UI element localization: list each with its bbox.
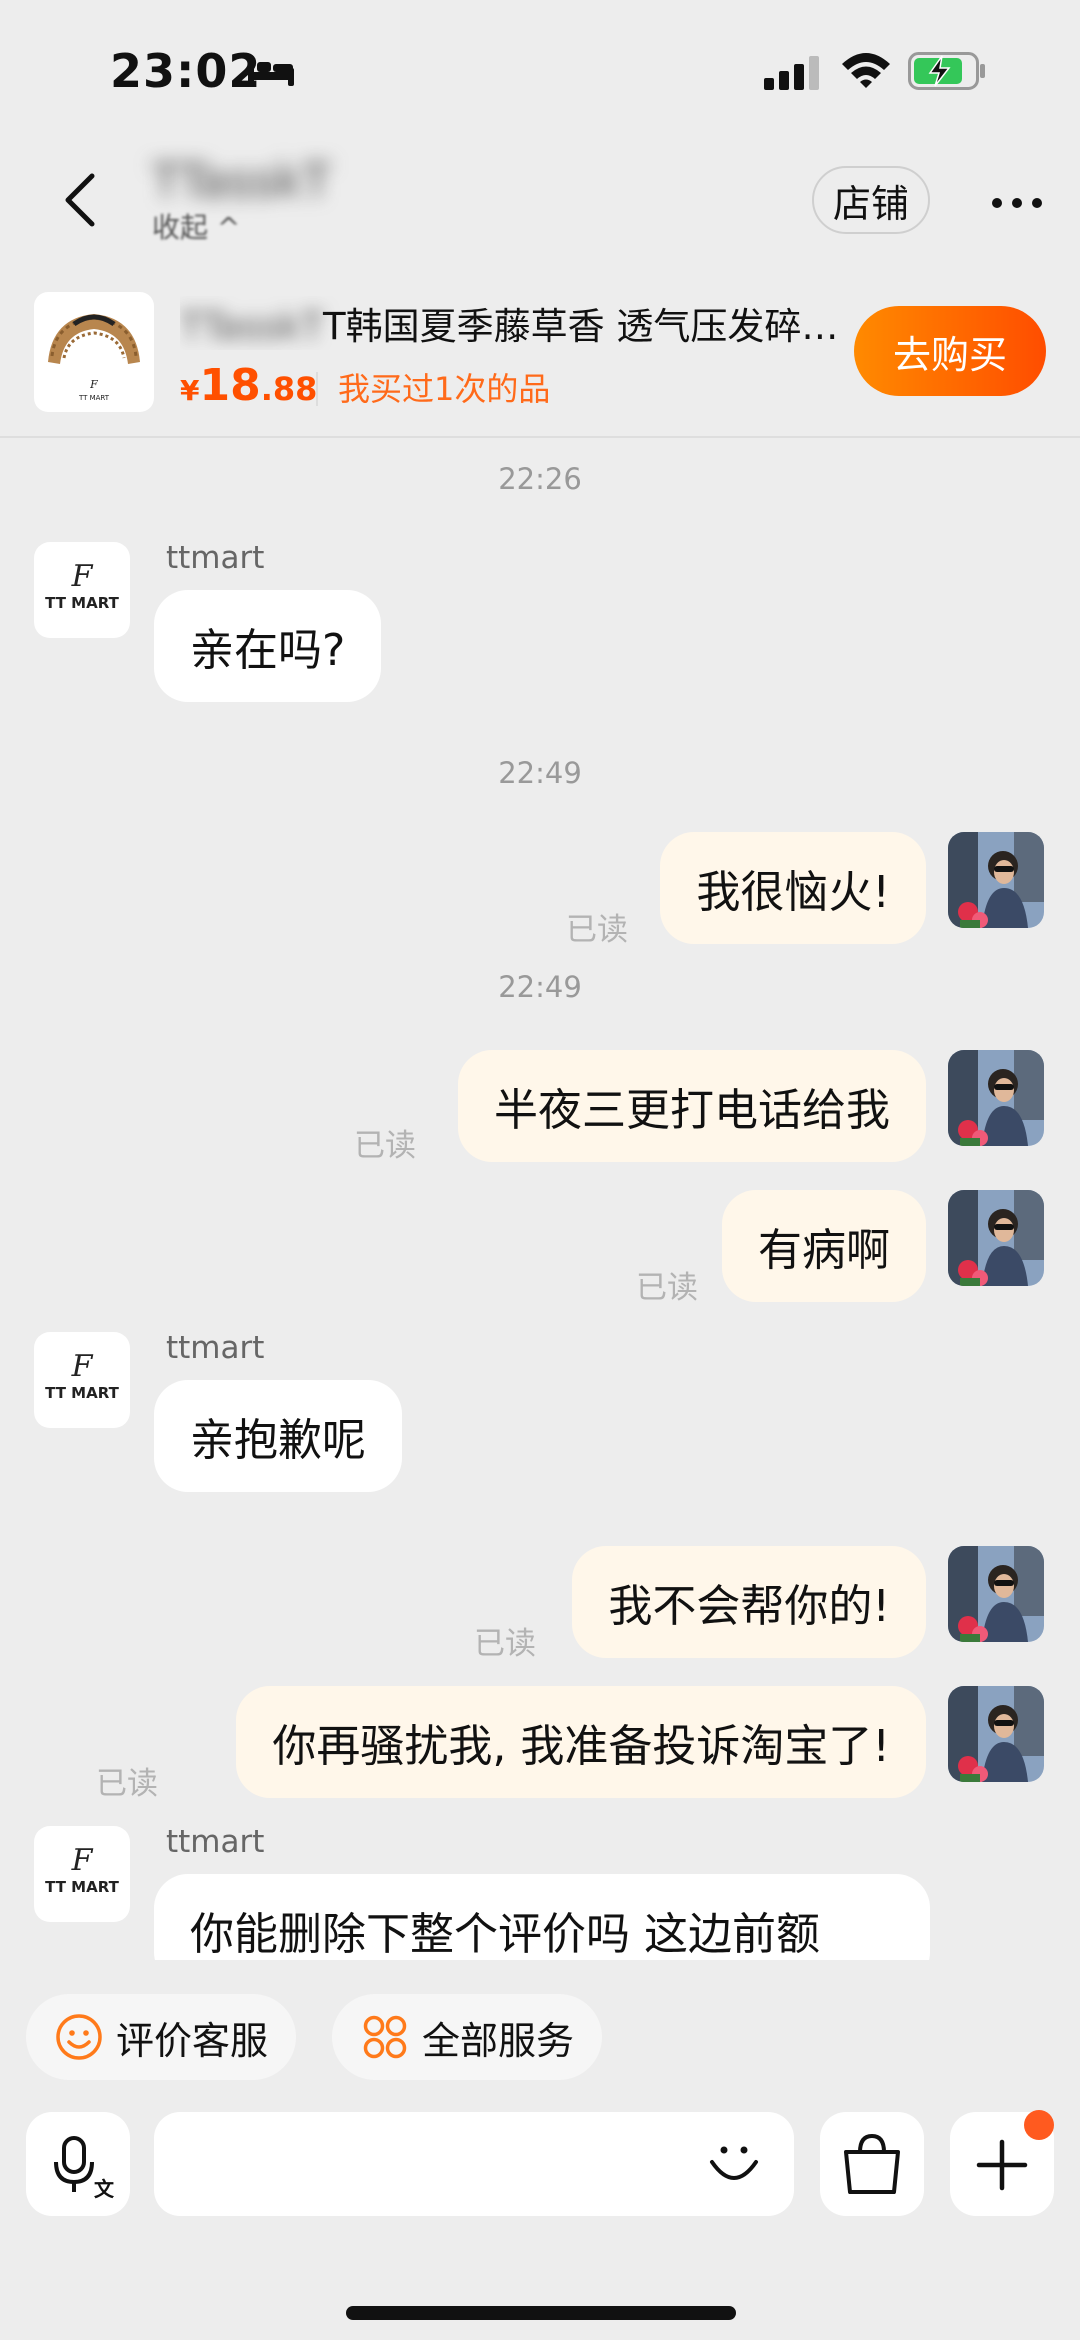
- timestamp: 22:49: [498, 756, 582, 790]
- product-title-text: T韩国夏季藤草香 透气压发碎…: [323, 305, 839, 348]
- shop-avatar[interactable]: F TT MART: [34, 1332, 130, 1428]
- svg-text:F: F: [71, 559, 94, 594]
- user-avatar[interactable]: [948, 1050, 1044, 1146]
- signal-icon: [764, 56, 819, 90]
- product-price: ¥18.88: [180, 360, 318, 411]
- input-bar: 文: [0, 2106, 1080, 2218]
- smiley-icon: [56, 2014, 102, 2060]
- divider: [316, 372, 318, 406]
- message-bubble-incoming[interactable]: 亲在吗?: [154, 590, 382, 702]
- message-bubble-outgoing[interactable]: 你再骚扰我, 我准备投诉淘宝了!: [236, 1686, 926, 1798]
- notification-dot: [1024, 2110, 1054, 2140]
- product-title-blurred: TTasskT: [180, 305, 324, 348]
- shopping-bag-button[interactable]: [820, 2112, 924, 2216]
- user-avatar[interactable]: [948, 832, 1044, 928]
- user-photo: [948, 832, 1044, 928]
- user-photo: [948, 1190, 1044, 1286]
- ttmart-logo-icon: F TT MART: [45, 1349, 119, 1402]
- go-buy-button[interactable]: 去购买: [854, 306, 1046, 396]
- read-receipt: 已读: [354, 1128, 416, 1164]
- user-avatar[interactable]: [948, 1190, 1044, 1286]
- user-photo: [948, 1686, 1044, 1782]
- user-photo: [948, 1050, 1044, 1146]
- chat-header: TTasskT 收起 ^ 店铺: [0, 140, 1080, 270]
- emoji-icon[interactable]: [704, 2132, 764, 2192]
- product-thumbnail[interactable]: F TT MART: [34, 292, 154, 412]
- sender-name: ttmart: [166, 540, 265, 576]
- svg-text:文: 文: [94, 2177, 115, 2201]
- purchase-history-note: 我买过1次的品: [338, 370, 551, 408]
- user-photo: [948, 1546, 1044, 1642]
- svg-text:F: F: [71, 1843, 94, 1878]
- quick-actions-bar: 评价客服 全部服务: [0, 1990, 1080, 2086]
- shop-avatar[interactable]: F TT MART: [34, 1826, 130, 1922]
- svg-text:F: F: [71, 1349, 94, 1384]
- read-receipt: 已读: [474, 1626, 536, 1662]
- message-bubble-outgoing[interactable]: 有病啊: [722, 1190, 926, 1302]
- timestamp: 22:26: [498, 462, 582, 496]
- collapse-toggle[interactable]: 收起 ^: [152, 206, 240, 240]
- svg-text:TT MART: TT MART: [45, 1878, 119, 1896]
- read-receipt: 已读: [636, 1270, 698, 1306]
- shop-name: TTasskT: [152, 154, 331, 208]
- status-bar: 23:02: [0, 0, 1080, 140]
- message-bubble-outgoing[interactable]: 我不会帮你的!: [572, 1546, 926, 1658]
- wifi-icon: [842, 53, 890, 88]
- message-bubble-incoming[interactable]: 你能删除下整个评价吗 这边前额: [154, 1874, 930, 1960]
- shop-avatar[interactable]: F TT MART: [34, 542, 130, 638]
- read-receipt: 已读: [566, 912, 628, 948]
- store-button[interactable]: 店铺: [812, 166, 930, 234]
- svg-text:F: F: [89, 378, 98, 391]
- product-card[interactable]: F TT MART TTasskTT韩国夏季藤草香 透气压发碎… ¥18.88 …: [0, 270, 1080, 438]
- bed-icon: [248, 58, 294, 86]
- shopping-bag-icon: [844, 2133, 900, 2194]
- microphone-icon: 文: [54, 2136, 115, 2201]
- chip-label: 评价客服: [116, 2018, 269, 2063]
- message-bubble-outgoing[interactable]: 半夜三更打电话给我: [458, 1050, 926, 1162]
- svg-text:TT MART: TT MART: [45, 594, 119, 612]
- headband-image: F TT MART: [48, 314, 140, 402]
- back-arrow-icon[interactable]: [60, 170, 100, 230]
- svg-text:TT MART: TT MART: [45, 1384, 119, 1402]
- sender-name: ttmart: [166, 1330, 265, 1366]
- message-bubble-incoming[interactable]: 亲抱歉呢: [154, 1380, 402, 1492]
- all-services-chip[interactable]: 全部服务: [332, 1994, 603, 2080]
- status-time: 23:02: [110, 44, 262, 98]
- user-avatar[interactable]: [948, 1686, 1044, 1782]
- user-avatar[interactable]: [948, 1546, 1044, 1642]
- more-icon[interactable]: [990, 196, 1044, 210]
- ttmart-logo-icon: F TT MART: [45, 1843, 119, 1896]
- grid-icon: [363, 2015, 407, 2059]
- timestamp: 22:49: [498, 970, 582, 1004]
- home-indicator[interactable]: [346, 2306, 736, 2320]
- message-bubble-outgoing[interactable]: 我很恼火!: [660, 832, 926, 944]
- thumb-brand: TT MART: [78, 394, 110, 402]
- read-receipt: 已读: [96, 1766, 158, 1802]
- ttmart-logo-icon: F TT MART: [45, 559, 119, 612]
- chat-message-list[interactable]: 22:26 F TT MART ttmart 亲在吗? 22:49 已读 我很恼…: [0, 440, 1080, 1960]
- chip-label: 全部服务: [422, 2018, 575, 2063]
- sender-name: ttmart: [166, 1824, 265, 1860]
- battery-icon: [908, 52, 985, 90]
- rate-service-chip[interactable]: 评价客服: [26, 1994, 297, 2080]
- message-input[interactable]: [154, 2112, 794, 2216]
- product-title: TTasskTT韩国夏季藤草香 透气压发碎…: [180, 296, 840, 350]
- voice-to-text-button[interactable]: 文: [26, 2112, 130, 2216]
